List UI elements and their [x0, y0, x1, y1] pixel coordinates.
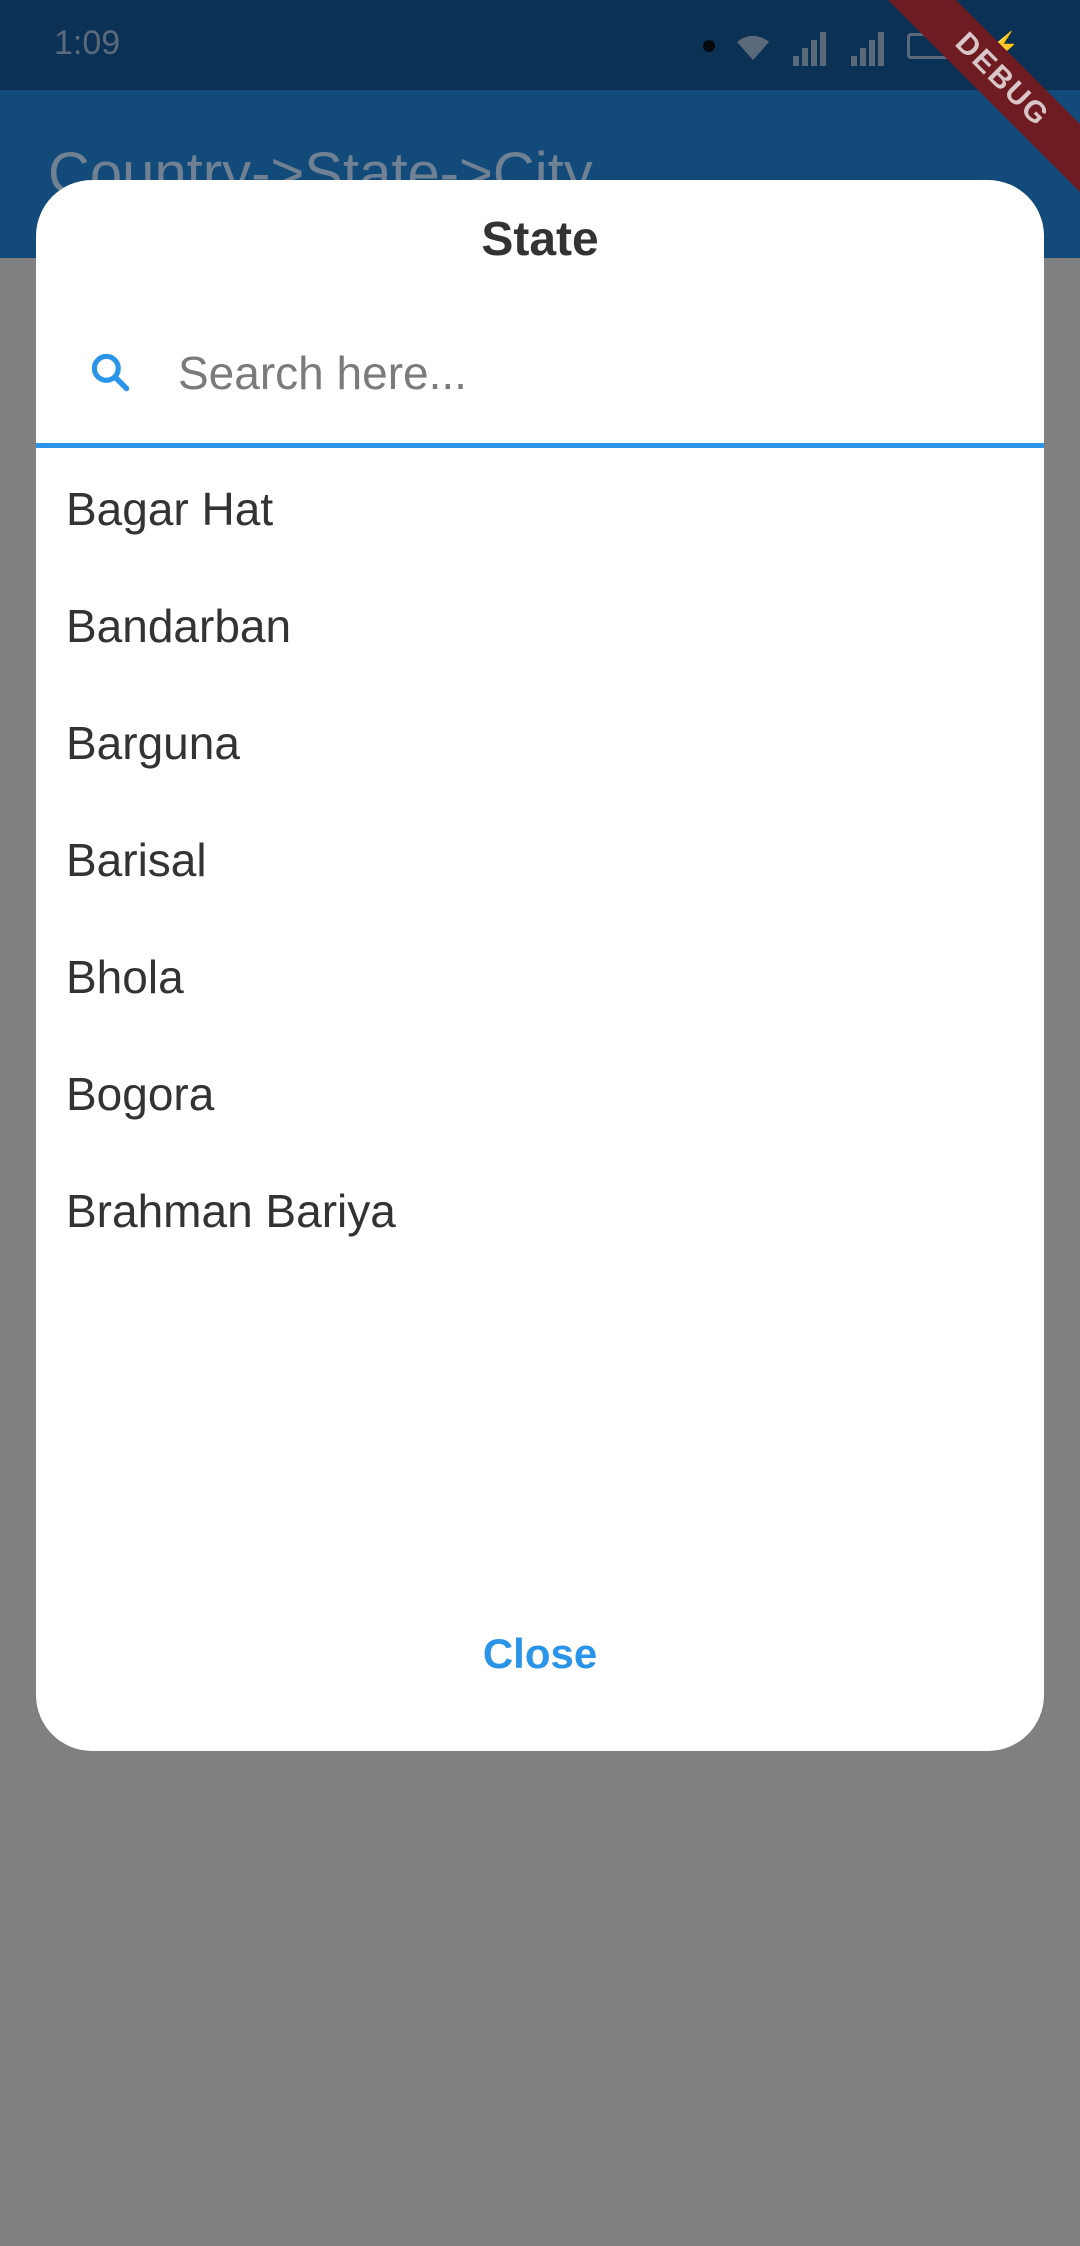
search-input[interactable]: [176, 338, 1000, 408]
close-button[interactable]: Close: [36, 1630, 1044, 1678]
state-list-item[interactable]: Bhola: [36, 918, 1044, 1035]
notification-dot-icon: [703, 40, 716, 52]
state-list-item[interactable]: Brahman Bariya: [36, 1152, 1044, 1269]
state-picker-dialog: State Bagar HatBandarbanBargunaBarisalBh…: [36, 180, 1044, 1751]
signal-1-icon: [791, 26, 831, 66]
state-list-item[interactable]: Bandarban: [36, 567, 1044, 684]
state-list-item[interactable]: Bogora: [36, 1035, 1044, 1152]
wifi-icon: [737, 35, 770, 60]
dialog-title: State: [481, 213, 599, 266]
state-list: Bagar Hat Bandarban Barguna Barisal Bhola Bog…: [36, 450, 1044, 1300]
state-list-item[interactable]: Chandpur: [36, 1269, 1044, 1300]
signal-2-icon: [849, 26, 889, 66]
status-time: 1:09: [54, 24, 121, 62]
state-list-item[interactable]: Bagar Hat: [36, 450, 1044, 567]
state-list-item[interactable]: Barisal: [36, 801, 1044, 918]
state-list-item[interactable]: Barguna: [36, 684, 1044, 801]
search-row: [36, 320, 1044, 448]
search-icon: [91, 353, 130, 392]
